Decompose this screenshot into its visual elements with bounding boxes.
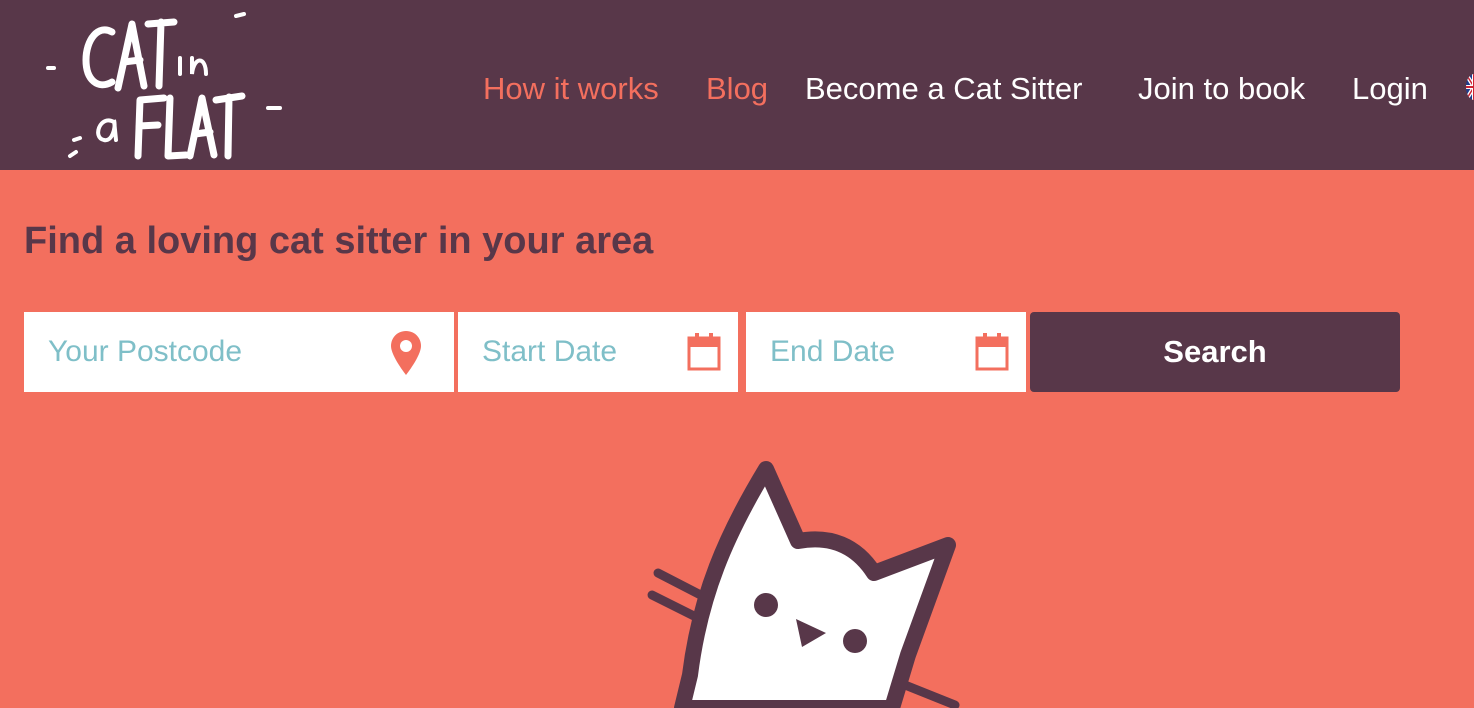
nav-become-cat-sitter[interactable]: Become a Cat Sitter xyxy=(805,70,1082,108)
calendar-icon[interactable] xyxy=(975,333,1009,376)
start-date-input[interactable] xyxy=(482,312,682,392)
nav-login[interactable]: Login xyxy=(1352,70,1428,108)
nav-blog[interactable]: Blog xyxy=(706,70,768,108)
postcode-input[interactable] xyxy=(48,312,348,392)
site-header: How it works Blog Become a Cat Sitter Jo… xyxy=(0,0,1474,170)
hero-title: Find a loving cat sitter in your area xyxy=(24,220,654,262)
postcode-field[interactable] xyxy=(24,312,454,392)
cat-illustration xyxy=(630,455,990,708)
search-button[interactable]: Search xyxy=(1030,312,1400,392)
calendar-icon[interactable] xyxy=(687,333,721,376)
location-pin-icon[interactable] xyxy=(390,329,422,382)
nav-join-to-book[interactable]: Join to book xyxy=(1138,70,1305,108)
end-date-input[interactable] xyxy=(770,312,970,392)
main-nav: How it works Blog Become a Cat Sitter Jo… xyxy=(0,70,1474,110)
start-date-field[interactable] xyxy=(458,312,738,392)
end-date-field[interactable] xyxy=(746,312,1026,392)
nav-how-it-works[interactable]: How it works xyxy=(483,70,659,108)
